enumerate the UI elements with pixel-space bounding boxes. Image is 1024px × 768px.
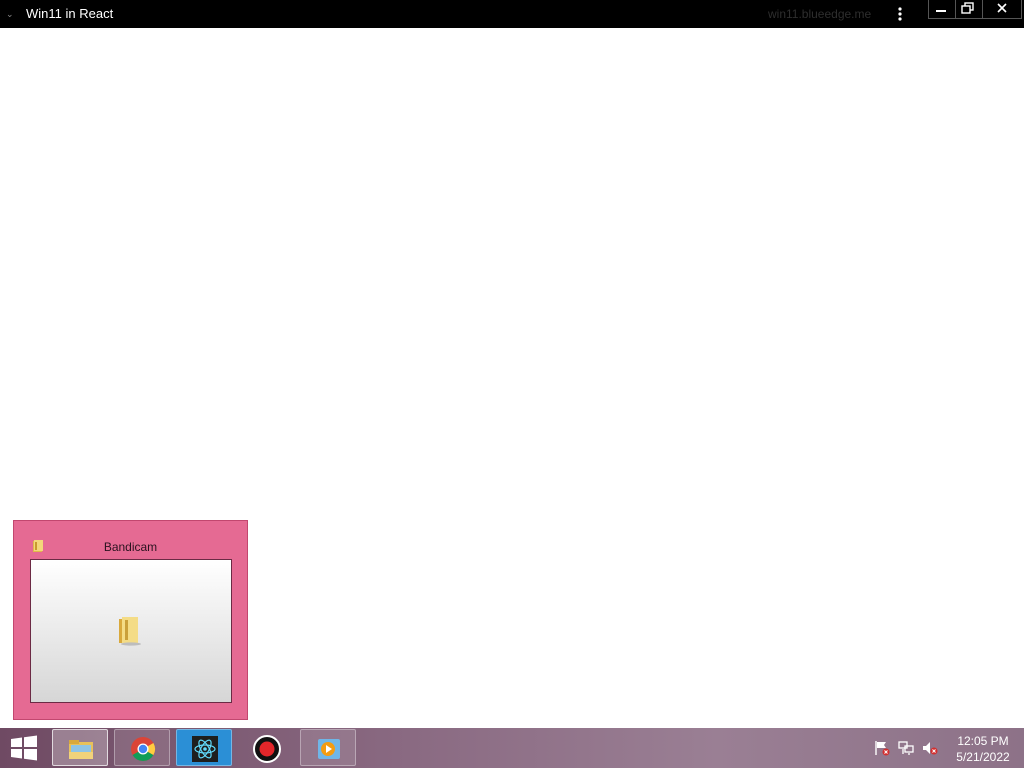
taskbar-thumbnail-preview[interactable]: Bandicam [13,520,248,720]
taskbar-app-file-explorer[interactable] [52,729,108,766]
more-options-icon[interactable] [893,6,907,22]
chrome-icon [131,737,156,762]
record-icon [253,735,281,763]
windows-logo-icon[interactable] [8,734,40,762]
close-icon [997,3,1007,13]
folder-icon [69,740,93,759]
preview-thumbnail[interactable] [30,559,232,703]
window-controls [928,0,1022,19]
window-title: Win11 in React [26,6,114,21]
volume-muted-icon[interactable] [922,740,938,756]
restore-icon [961,2,974,14]
network-icon[interactable] [898,740,914,756]
collapse-chevron-icon[interactable]: ⌄ [6,9,14,20]
action-center-flag-icon[interactable] [874,740,890,756]
preview-title: Bandicam [103,540,158,554]
window-titlebar: ⌄ Win11 in React win11.blueedge.me [0,0,1024,28]
close-button[interactable] [983,0,1021,18]
media-player-icon [318,739,340,759]
minimize-button[interactable] [929,0,956,18]
minimize-icon [936,10,946,12]
folder-icon [119,617,141,646]
window-url: win11.blueedge.me [768,7,872,21]
taskbar-app-chrome[interactable] [114,729,170,766]
clock-time: 12:05 PM [957,734,1009,748]
react-icon [192,736,218,762]
taskbar: 12:05 PM 5/21/2022 [0,728,1024,768]
taskbar-app-react[interactable] [176,729,232,766]
clock-date: 5/21/2022 [956,750,1010,764]
taskbar-app-bandicam[interactable] [238,729,294,766]
taskbar-app-media-player[interactable] [300,729,356,766]
restore-button[interactable] [956,0,983,18]
taskbar-clock[interactable]: 12:05 PM 5/21/2022 [948,733,1018,765]
